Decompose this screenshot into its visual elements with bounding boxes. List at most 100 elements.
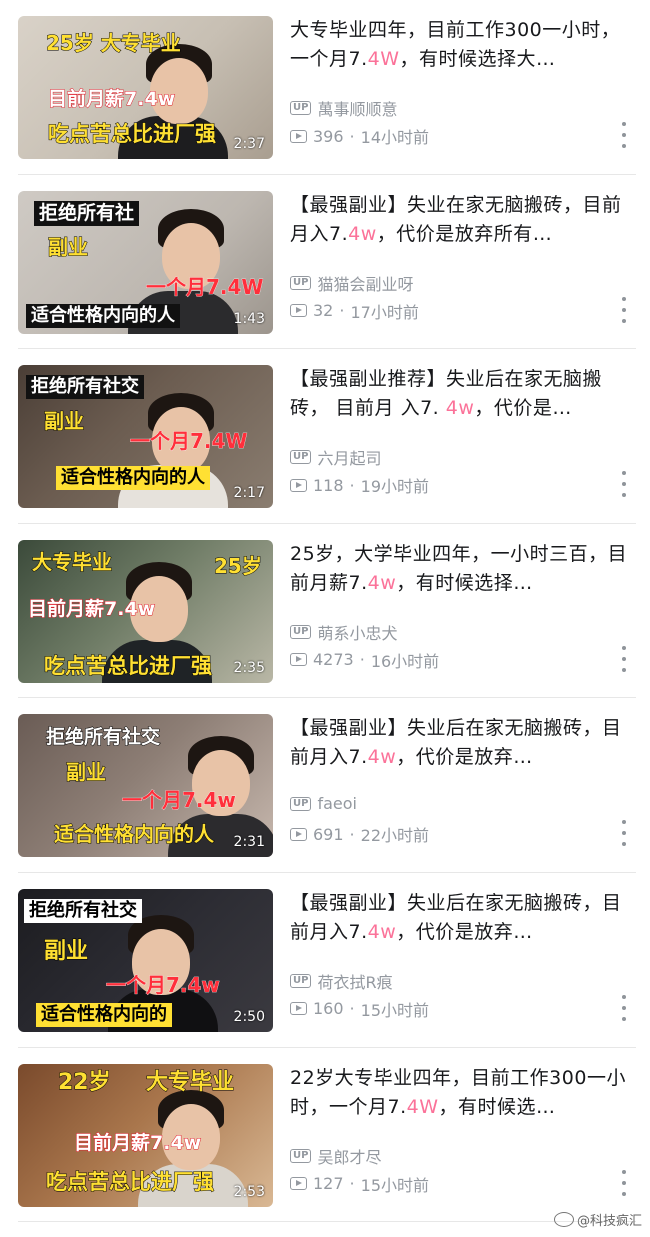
thumbnail-caption: 适合性格内向的人 <box>26 303 180 328</box>
video-duration: 1:43 <box>233 310 265 327</box>
video-title[interactable]: 【最强副业推荐】失业后在家无脑搬砖， 目前月 入7. 4w，代价是… <box>290 365 630 423</box>
video-title[interactable]: 22岁大专毕业四年，目前工作300一小时，一个月7.4W，有时候选… <box>290 1064 630 1122</box>
uploader-row[interactable]: UP faeoi <box>290 794 357 813</box>
video-thumbnail[interactable]: 22岁 大专毕业 目前月薪7.4w 吃点苦总比进厂强 2:53 <box>18 1063 273 1207</box>
uploader-name[interactable]: 六月起司 <box>317 445 381 469</box>
video-card[interactable]: 22岁 大专毕业 目前月薪7.4w 吃点苦总比进厂强 2:53 22岁大专毕业四… <box>0 1048 650 1223</box>
uploader-row[interactable]: UP 六月起司 <box>290 445 381 469</box>
video-card[interactable]: 拒绝所有社 副业 一个月7.4W 适合性格内向的人 1:43 【最强副业】失业在… <box>0 175 650 350</box>
play-count-icon <box>290 304 307 318</box>
video-title[interactable]: 【最强副业】失业后在家无脑搬砖，目前月入7.4w，代价是放弃… <box>290 889 630 947</box>
uploader-row[interactable]: UP 萬事顺顺意 <box>290 96 397 120</box>
thumbnail-caption: 大专毕业 <box>32 549 113 574</box>
video-card[interactable]: 大专毕业 25岁 目前月薪7.4w 吃点苦总比进厂强 2:35 25岁，大学毕业… <box>0 524 650 699</box>
publish-time: 14小时前 <box>360 128 430 147</box>
video-thumbnail[interactable]: 拒绝所有社交 副业 一个月7.4w 适合性格内向的 2:50 <box>18 888 273 1032</box>
play-count-icon <box>290 653 307 667</box>
uploader-name[interactable]: 萌系小忠犬 <box>317 620 397 644</box>
play-count-icon <box>290 129 307 143</box>
thumbnail-caption: 一个月7.4w <box>122 788 237 813</box>
publish-time: 22小时前 <box>360 826 430 846</box>
uploader-row[interactable]: UP 猫猫会副业呀 <box>290 271 413 295</box>
play-count-icon <box>290 478 307 492</box>
video-title[interactable]: 【最强副业】失业后在家无脑搬砖，目前月入7.4w，代价是放弃… <box>290 714 630 772</box>
thumbnail-caption: 目前月薪7.4w <box>73 1131 202 1154</box>
uploader-row[interactable]: UP 吴郎才尽 <box>290 1144 381 1168</box>
separator: · <box>339 301 345 321</box>
view-count: 691 <box>313 824 344 844</box>
video-thumbnail[interactable]: 25岁 大专毕业 目前月薪7.4w 吃点苦总比进厂强 2:37 <box>18 16 273 159</box>
more-options-icon[interactable] <box>619 645 629 672</box>
more-options-icon[interactable] <box>619 471 629 498</box>
video-duration: 2:31 <box>233 834 265 851</box>
separator: · <box>359 650 365 670</box>
publish-time: 17小时前 <box>350 302 419 322</box>
up-badge-icon: UP <box>290 624 312 639</box>
video-stats: 691 · 22小时前 <box>290 822 429 846</box>
separator: · <box>349 999 355 1019</box>
video-card[interactable]: 拒绝所有社交 副业 一个月7.4W 适合性格内向的人 2:17 【最强副业推荐】… <box>0 349 650 524</box>
view-count: 118 <box>313 475 344 495</box>
up-badge-icon: UP <box>290 796 312 811</box>
uploader-name[interactable]: 荷衣拭R痕 <box>317 969 392 993</box>
video-card[interactable]: 拒绝所有社交 副业 一个月7.4w 适合性格内向的 2:50 【最强副业】失业后… <box>0 873 650 1048</box>
publish-time: 19小时前 <box>360 477 430 497</box>
separator: · <box>349 824 355 844</box>
video-card[interactable]: 拒绝所有社交 副业 一个月7.4w 适合性格内向的人 2:31 【最强副业】失业… <box>0 698 650 873</box>
uploader-name[interactable]: 萬事顺顺意 <box>317 96 397 120</box>
uploader-row[interactable]: UP 荷衣拭R痕 <box>290 969 393 993</box>
thumbnail-caption: 目前月薪7.4w <box>47 88 176 110</box>
video-title[interactable]: 25岁，大学毕业四年，一小时三百，目前月薪7.4w，有时候选择… <box>290 540 630 598</box>
play-count-icon <box>290 1177 307 1191</box>
uploader-row[interactable]: UP 萌系小忠犬 <box>290 620 397 644</box>
thumbnail-caption: 拒绝所有社交 <box>24 898 142 923</box>
thumbnail-caption: 副业 <box>43 938 89 964</box>
thumbnail-caption: 拒绝所有社 <box>34 200 140 226</box>
video-card[interactable]: 25岁 大专毕业 目前月薪7.4w 吃点苦总比进厂强 2:37 大专毕业四年，目… <box>0 0 650 175</box>
uploader-name[interactable]: faeoi <box>317 794 357 813</box>
up-badge-icon: UP <box>290 450 312 465</box>
more-options-icon[interactable] <box>619 122 629 148</box>
thumbnail-caption: 副业 <box>66 760 107 785</box>
thumbnail-caption: 适合性格内向的 <box>36 1002 172 1027</box>
thumbnail-caption: 吃点苦总比进厂强 <box>48 122 217 146</box>
video-thumbnail[interactable]: 大专毕业 25岁 目前月薪7.4w 吃点苦总比进厂强 2:35 <box>18 539 273 683</box>
more-options-icon[interactable] <box>619 994 629 1021</box>
separator: · <box>349 475 355 495</box>
thumbnail-caption: 拒绝所有社交 <box>26 375 144 400</box>
video-stats: 396 · 14小时前 <box>290 124 429 148</box>
video-thumbnail[interactable]: 拒绝所有社交 副业 一个月7.4W 适合性格内向的人 2:17 <box>18 365 273 509</box>
view-count: 160 <box>313 999 344 1019</box>
thumbnail-caption: 适合性格内向的人 <box>54 822 215 847</box>
view-count: 32 <box>313 301 334 321</box>
up-badge-icon: UP <box>290 973 312 988</box>
up-badge-icon: UP <box>290 101 312 115</box>
play-count-icon <box>290 827 307 841</box>
more-options-icon[interactable] <box>619 296 629 323</box>
video-list: 25岁 大专毕业 目前月薪7.4w 吃点苦总比进厂强 2:37 大专毕业四年，目… <box>0 0 650 1223</box>
more-options-icon[interactable] <box>619 1169 629 1196</box>
separator: · <box>349 126 355 146</box>
view-count: 396 <box>313 126 344 146</box>
video-duration: 2:53 <box>233 1183 265 1200</box>
more-options-icon[interactable] <box>619 820 629 847</box>
video-thumbnail[interactable]: 拒绝所有社 副业 一个月7.4W 适合性格内向的人 1:43 <box>18 190 273 334</box>
video-title[interactable]: 大专毕业四年，目前工作300一小时，一个月7.4W，有时候选择大… <box>290 16 630 74</box>
thumbnail-caption: 吃点苦总比进厂强 <box>46 1169 215 1194</box>
video-stats: 118 · 19小时前 <box>290 473 429 497</box>
thumbnail-caption: 22岁 <box>58 1069 112 1095</box>
watermark-text: @科技疯汇 <box>576 1214 642 1229</box>
uploader-name[interactable]: 吴郎才尽 <box>317 1144 381 1168</box>
thumbnail-caption: 吃点苦总比进厂强 <box>44 653 213 678</box>
video-stats: 160 · 15小时前 <box>290 997 429 1021</box>
video-title[interactable]: 【最强副业】失业在家无脑搬砖，目前月入7.4w，代价是放弃所有… <box>290 191 630 249</box>
thumbnail-caption: 25岁 大专毕业 <box>46 31 182 55</box>
video-thumbnail[interactable]: 拒绝所有社交 副业 一个月7.4w 适合性格内向的人 2:31 <box>18 714 273 858</box>
weibo-icon <box>553 1212 574 1227</box>
publish-time: 15小时前 <box>360 1000 430 1020</box>
divider <box>18 1221 636 1223</box>
view-count: 4273 <box>313 650 354 670</box>
thumbnail-caption: 拒绝所有社交 <box>45 726 161 749</box>
uploader-name[interactable]: 猫猫会副业呀 <box>317 271 413 295</box>
up-badge-icon: UP <box>290 275 312 290</box>
